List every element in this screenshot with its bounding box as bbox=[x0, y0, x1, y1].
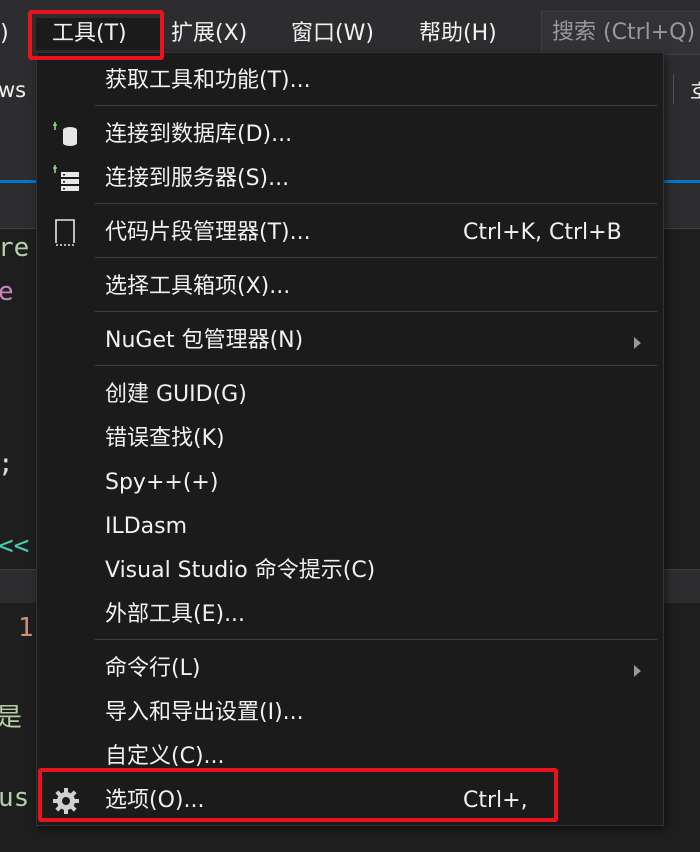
menu-item-partial[interactable]: l) bbox=[0, 18, 9, 50]
highlight-tools-menu bbox=[28, 10, 164, 60]
menu-create-guid[interactable]: 创建 GUID(G) bbox=[37, 373, 663, 417]
tools-dropdown-menu: 获取工具和功能(T)... 连接到数据库(D)... 连接到服务器(S)... … bbox=[36, 52, 664, 826]
code-fragment: 是 bbox=[0, 703, 23, 733]
menu-item-label: 导入和导出设置(I)... bbox=[105, 700, 304, 725]
menu-item-label: 外部工具(E)... bbox=[105, 602, 246, 627]
menu-vs-command-prompt[interactable]: Visual Studio 命令提示(C) bbox=[37, 549, 663, 593]
menu-get-tools-features[interactable]: 获取工具和功能(T)... bbox=[37, 59, 663, 103]
menu-spy-plus-plus[interactable]: Spy++(+) bbox=[37, 461, 663, 505]
menu-item-label: 创建 GUID(G) bbox=[105, 382, 247, 407]
menu-separator bbox=[95, 105, 657, 106]
menu-item-label: 命令行(L) bbox=[105, 656, 201, 681]
menu-command-line[interactable]: 命令行(L) bbox=[37, 647, 663, 691]
menu-item-label: NuGet 包管理器(N) bbox=[105, 328, 304, 353]
server-connect-icon bbox=[51, 164, 81, 198]
menu-item-help[interactable]: 帮助(H) bbox=[419, 18, 497, 50]
menu-error-lookup[interactable]: 错误查找(K) bbox=[37, 417, 663, 461]
code-fragment: e bbox=[0, 277, 14, 307]
menu-code-snippets-manager[interactable]: 代码片段管理器(T)... Ctrl+K, Ctrl+B bbox=[37, 211, 663, 255]
menu-item-label: 连接到数据库(D)... bbox=[105, 122, 293, 147]
submenu-arrow-icon bbox=[634, 665, 641, 677]
menu-connect-server[interactable]: 连接到服务器(S)... bbox=[37, 157, 663, 201]
menu-item-extensions[interactable]: 扩展(X) bbox=[171, 18, 247, 50]
menu-item-window[interactable]: 窗口(W) bbox=[291, 18, 374, 50]
menu-ildasm[interactable]: ILDasm bbox=[37, 505, 663, 549]
code-fragment: << bbox=[0, 531, 30, 561]
toolbar-partial-right: 호 bbox=[690, 80, 700, 104]
menu-nuget-package-manager[interactable]: NuGet 包管理器(N) bbox=[37, 319, 663, 363]
menu-separator bbox=[95, 203, 657, 204]
toolbar-partial-text: ws bbox=[0, 78, 27, 102]
highlight-options-item bbox=[38, 768, 558, 822]
menu-item-label: Spy++(+) bbox=[105, 470, 219, 495]
code-fragment: 1 bbox=[18, 613, 34, 643]
menu-external-tools[interactable]: 外部工具(E)... bbox=[37, 593, 663, 637]
menu-item-shortcut: Ctrl+K, Ctrl+B bbox=[463, 220, 622, 245]
menu-separator bbox=[95, 311, 657, 312]
code-fragment: re bbox=[0, 233, 30, 263]
code-fragment: us bbox=[0, 783, 30, 813]
menu-separator bbox=[95, 639, 657, 640]
menu-item-label: 获取工具和功能(T)... bbox=[105, 68, 311, 93]
search-input[interactable]: 搜索 (Ctrl+Q) bbox=[541, 11, 700, 55]
code-fragment: ; bbox=[0, 449, 14, 479]
menu-item-label: Visual Studio 命令提示(C) bbox=[105, 558, 376, 583]
menu-item-label: 连接到服务器(S)... bbox=[105, 166, 290, 191]
menu-connect-database[interactable]: 连接到数据库(D)... bbox=[37, 113, 663, 157]
menu-item-label: 错误查找(K) bbox=[105, 426, 225, 451]
menu-item-label: 选择工具箱项(X)... bbox=[105, 274, 291, 299]
submenu-arrow-icon bbox=[634, 337, 641, 349]
toolbar-separator bbox=[673, 74, 674, 104]
menu-separator bbox=[95, 365, 657, 366]
menu-import-export-settings[interactable]: 导入和导出设置(I)... bbox=[37, 691, 663, 735]
menu-item-label: 代码片段管理器(T)... bbox=[105, 220, 311, 245]
menu-separator bbox=[95, 257, 657, 258]
database-connect-icon bbox=[51, 121, 81, 155]
menu-choose-toolbox-items[interactable]: 选择工具箱项(X)... bbox=[37, 265, 663, 309]
snippet-icon bbox=[53, 217, 79, 251]
menu-item-label: ILDasm bbox=[105, 514, 188, 539]
